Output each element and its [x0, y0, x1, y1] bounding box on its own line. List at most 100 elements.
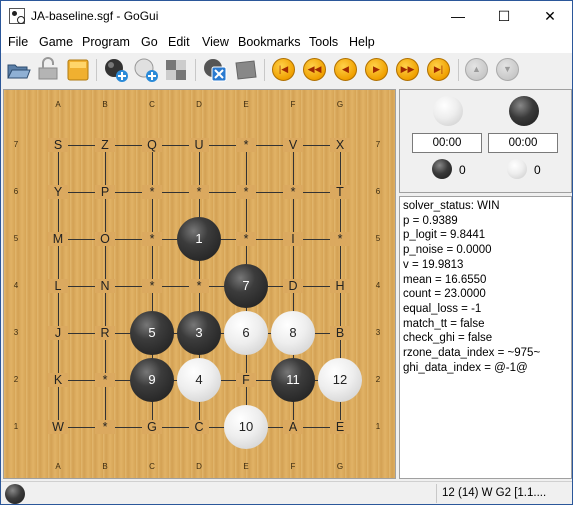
clock-panel: 00:00 00:00 0 0: [399, 89, 572, 193]
point-label-f1: A: [283, 420, 303, 434]
row-coordinate-2: 2: [13, 375, 19, 384]
toolbar: |◀ ◀◀ ◀ ▶ ▶▶ ▶| ▲ ▼: [1, 53, 572, 87]
back-10-icon[interactable]: ◀◀: [303, 58, 326, 81]
score-icon[interactable]: [232, 57, 258, 83]
menu-help[interactable]: Help: [349, 35, 375, 49]
next-variation-icon[interactable]: ▼: [496, 58, 519, 81]
minimize-button[interactable]: —: [435, 1, 481, 31]
row-coordinate-4: 4: [375, 281, 381, 290]
menu-go[interactable]: Go: [141, 35, 158, 49]
window-title: JA-baseline.sgf - GoGui: [31, 9, 159, 23]
analysis-text-panel[interactable]: solver_status: WIN p = 0.9389 p_logit = 9.…: [399, 196, 572, 479]
black-stone-c2: 9: [130, 358, 174, 402]
column-coordinate-d: D: [196, 462, 202, 471]
menu-program[interactable]: Program: [82, 35, 130, 49]
menu-game[interactable]: Game: [39, 35, 73, 49]
row-coordinate-4: 4: [13, 281, 19, 290]
point-label-b3: R: [95, 326, 115, 340]
analysis-line: p_logit = 9.8441: [403, 229, 486, 242]
column-coordinate-g: G: [336, 100, 344, 109]
beginning-icon[interactable]: |◀: [272, 58, 295, 81]
play-icon[interactable]: [133, 57, 159, 83]
analysis-line: check_ghi = false: [403, 332, 493, 345]
column-coordinate-e: E: [243, 100, 249, 109]
save-icon[interactable]: [35, 57, 61, 83]
menu-tools[interactable]: Tools: [309, 35, 338, 49]
status-bar: 12 (14) W G2 [1.1....: [1, 481, 572, 504]
analysis-line: equal_loss = -1: [403, 302, 482, 315]
go-board[interactable]: A A B B C C D D E E F F G G 7 7 6 6 5 5 4 4 3 3 2 2 1 1 S Z Q U * V X Y P * * *…: [3, 89, 396, 479]
attach-program-icon[interactable]: [103, 57, 129, 83]
end-icon[interactable]: ▶|: [427, 58, 450, 81]
point-label-a6: Y: [48, 185, 68, 199]
analysis-line: mean = 16.6550: [403, 273, 487, 286]
menu-edit[interactable]: Edit: [168, 35, 190, 49]
row-coordinate-3: 3: [375, 328, 381, 337]
analysis-line: rzone_data_index = ~975~: [403, 347, 541, 360]
row-coordinate-6: 6: [375, 187, 381, 196]
title-bar: JA-baseline.sgf - GoGui — ☐ ✕: [1, 1, 572, 31]
point-label-b2: *: [95, 373, 115, 387]
open-icon[interactable]: [5, 57, 31, 83]
point-label-g7: X: [330, 138, 350, 152]
point-label-e2: F: [236, 373, 256, 387]
point-label-g1: E: [330, 420, 350, 434]
point-label-d1: C: [189, 420, 209, 434]
row-coordinate-2: 2: [375, 375, 381, 384]
new-game-icon[interactable]: [65, 57, 91, 83]
black-stone-d5: 1: [177, 217, 221, 261]
close-button[interactable]: ✕: [527, 1, 573, 31]
point-label-b6: P: [95, 185, 115, 199]
gogui-app-icon: [9, 8, 25, 24]
black-stone-f2: 11: [271, 358, 315, 402]
point-label-a7: S: [48, 138, 68, 152]
analysis-line: count = 23.0000: [403, 288, 486, 301]
point-label-f4: D: [283, 279, 303, 293]
row-coordinate-3: 3: [13, 328, 19, 337]
setup-icon[interactable]: [163, 57, 189, 83]
column-coordinate-d: D: [196, 100, 202, 109]
column-coordinate-a: A: [55, 462, 61, 471]
analysis-line: p = 0.9389: [403, 214, 458, 227]
column-coordinate-a: A: [55, 100, 61, 109]
analysis-line: p_noise = 0.0000: [403, 244, 492, 257]
menu-bookmarks[interactable]: Bookmarks: [238, 35, 301, 49]
menu-file[interactable]: File: [8, 35, 28, 49]
row-coordinate-7: 7: [375, 140, 381, 149]
forward-10-icon[interactable]: ▶▶: [396, 58, 419, 81]
point-label-g3: B: [330, 326, 350, 340]
forward-icon[interactable]: ▶: [365, 58, 388, 81]
interrupt-icon[interactable]: [202, 57, 228, 83]
maximize-button[interactable]: ☐: [481, 1, 527, 31]
column-coordinate-g: G: [336, 462, 344, 471]
analysis-line: v = 19.9813: [403, 258, 464, 271]
column-coordinate-b: B: [102, 462, 108, 471]
black-player-stone: [509, 96, 539, 126]
column-coordinate-c: C: [149, 462, 155, 471]
point-label-c7: Q: [142, 138, 162, 152]
previous-variation-icon[interactable]: ▲: [465, 58, 488, 81]
toolbar-separator: [96, 59, 97, 81]
white-stone-g2: 12: [318, 358, 362, 402]
analysis-line: ghi_data_index = @-1@: [403, 361, 528, 374]
point-label-f5: I: [283, 232, 303, 246]
row-coordinate-1: 1: [375, 422, 381, 431]
point-label-c6: *: [142, 185, 162, 199]
white-captures-count: 0: [534, 163, 541, 177]
menu-bar: File Game Program Go Edit View Bookmarks…: [1, 31, 572, 53]
black-stone-d3: 3: [177, 311, 221, 355]
row-coordinate-5: 5: [13, 234, 19, 243]
black-stone-c3: 5: [130, 311, 174, 355]
white-clock: 00:00: [412, 133, 482, 153]
back-icon[interactable]: ◀: [334, 58, 357, 81]
point-label-f6: *: [283, 185, 303, 199]
black-clock: 00:00: [488, 133, 558, 153]
point-label-b5: O: [95, 232, 115, 246]
menu-view[interactable]: View: [202, 35, 229, 49]
point-label-f7: V: [283, 138, 303, 152]
black-captures-stone: [432, 159, 452, 179]
column-coordinate-e: E: [243, 462, 249, 471]
row-coordinate-1: 1: [13, 422, 19, 431]
point-label-a1: W: [48, 420, 68, 434]
row-coordinate-7: 7: [13, 140, 19, 149]
